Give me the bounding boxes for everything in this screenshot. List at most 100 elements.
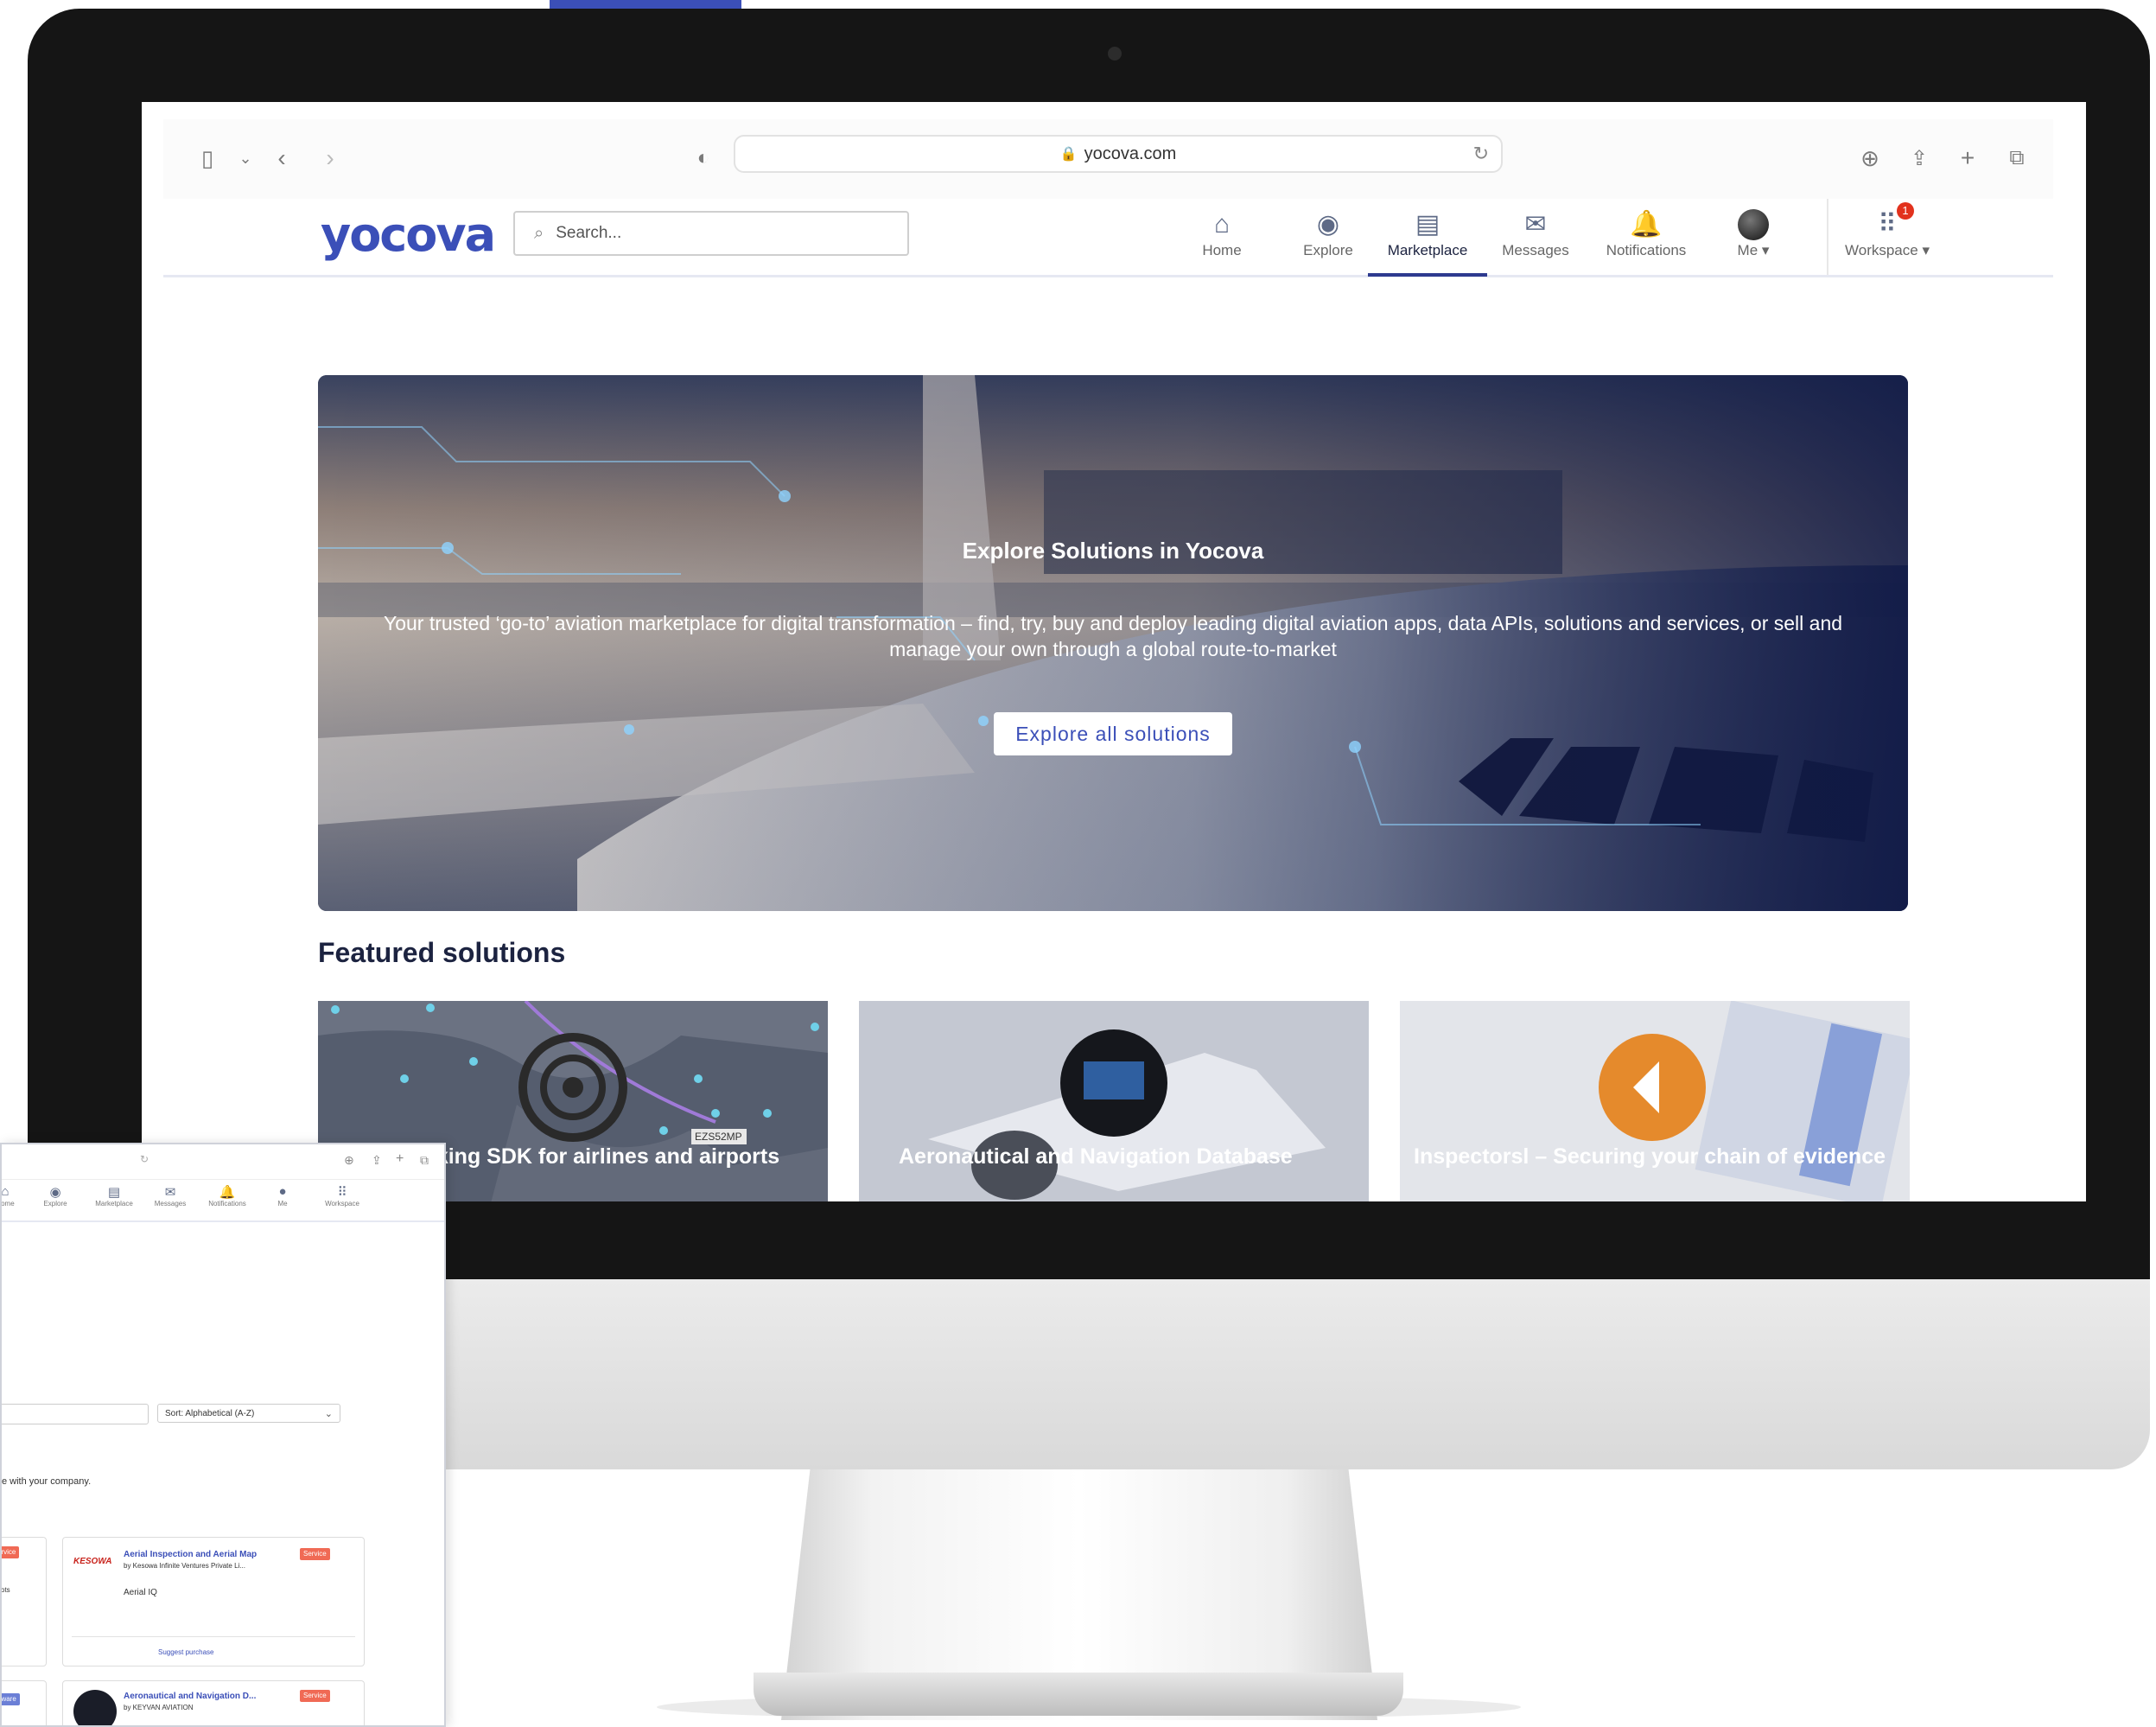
explore-all-solutions-button[interactable]: Explore all solutions <box>994 712 1232 755</box>
share-icon[interactable]: ⇪ <box>1906 145 1932 171</box>
download-icon[interactable]: ⊕ <box>1857 145 1883 171</box>
imac-stand-base <box>754 1673 1403 1716</box>
card-provider: by KEYVAN AVIATION <box>124 1704 194 1711</box>
nav-messages[interactable]: ✉ Messages <box>150 1184 190 1208</box>
featured-card-aeronautical-database[interactable]: Aeronautical and Navigation Database <box>859 1001 1369 1201</box>
nav-notifications[interactable]: 🔔 Notifications <box>1601 207 1691 270</box>
service-tag: Service <box>300 1690 330 1702</box>
sort-select[interactable]: Sort: Alphabetical (A-Z) ⌄ <box>157 1404 340 1423</box>
nav-marketplace-label: Marketplace <box>1387 242 1468 258</box>
nav-divider <box>1827 199 1828 275</box>
bell-icon: 🔔 <box>219 1185 236 1200</box>
avatar: ● <box>278 1184 287 1199</box>
nav-messages-label: Messages <box>1502 242 1569 258</box>
nav-me-label: Me <box>1737 242 1759 258</box>
card-divider <box>72 1636 355 1637</box>
browser-toolbar: ▯ ⌄ ‹ › ◐ 🔒 yocova.com ↻ ⊕ ⇪ + ⧉ <box>163 119 2053 200</box>
avatar <box>1738 209 1769 240</box>
nav-me[interactable]: ● Me <box>271 1184 294 1208</box>
nav-notifications-label: Notifications <box>208 1200 246 1208</box>
store-icon: ▤ <box>1415 210 1441 239</box>
envelope-icon: ✉ <box>1524 210 1547 239</box>
address-bar[interactable]: 🔒 yocova.com ↻ <box>734 135 1503 173</box>
lock-icon: 🔒 <box>1059 147 1078 162</box>
nav-workspace-label: Workspace <box>1845 242 1918 258</box>
nav-workspace[interactable]: ⠿ Workspace <box>315 1184 370 1208</box>
imac-bezel: ▯ ⌄ ‹ › ◐ 🔒 yocova.com ↻ ⊕ ⇪ + ⧉ yocova … <box>28 9 2150 1279</box>
search-input[interactable]: ⌕ Search... <box>513 211 909 256</box>
solution-card-partial[interactable]: ftware <box>2 1680 47 1725</box>
home-icon: ⌂ <box>1213 210 1231 239</box>
tabs-overview-icon[interactable]: ⧉ <box>420 1153 429 1168</box>
notification-badge: 1 <box>1897 202 1914 220</box>
aircraft-image <box>859 1001 1369 1201</box>
nav-messages-label: Messages <box>154 1200 187 1208</box>
filter-input[interactable] <box>2 1404 149 1424</box>
nav-home[interactable]: ⌂ Home <box>1196 207 1248 270</box>
card-product: Aerial IQ <box>124 1588 157 1597</box>
site-header: yocova ⌕ Search... ⌂ Home ◉ Explore ▤ Ma… <box>163 199 2053 277</box>
solution-card-partial[interactable]: ervice ots <box>1 1537 47 1666</box>
hero-description: Your trusted ‘go-to’ aviation marketplac… <box>383 612 1843 660</box>
service-tag: Service <box>300 1548 330 1560</box>
nav-notifications[interactable]: 🔔 Notifications <box>202 1184 252 1208</box>
secondary-browser-toolbar: ↻ ⊕ ⇪ + ⧉ <box>2 1144 444 1180</box>
card-provider: by Kesowa Infinite Ventures Private Li..… <box>124 1562 245 1570</box>
nav-workspace[interactable]: ⠿ 1 Workspace ▾ <box>1840 202 1935 270</box>
sidebar-toggle-icon[interactable]: ▯ <box>194 145 220 171</box>
featured-card-inspectorsl[interactable]: Inspectorsl – Securing your chain of evi… <box>1400 1001 1910 1201</box>
hero-title: Explore Solutions in Yocova <box>962 538 1264 564</box>
shield-icon[interactable]: ◐ <box>690 145 716 171</box>
nav-marketplace[interactable]: ▤ Marketplace <box>1368 207 1487 277</box>
nav-explore-label: Explore <box>1303 242 1353 258</box>
share-icon[interactable]: ⇪ <box>372 1153 382 1168</box>
grid-icon: ⠿ <box>1878 210 1897 239</box>
reload-icon[interactable]: ↻ <box>1473 143 1489 165</box>
home-icon: ⌂ <box>1 1184 10 1199</box>
nav-notifications-label: Notifications <box>1606 242 1687 258</box>
info-note: e with your company. <box>2 1476 92 1487</box>
reload-icon[interactable]: ↻ <box>140 1153 149 1165</box>
camera-dot <box>1108 47 1122 61</box>
secondary-screenshot: ↻ ⊕ ⇪ + ⧉ ⌂Home ◉Explore ▤Marketplace ✉M… <box>0 1143 446 1727</box>
card-title: Aeronautical and Navigation Database <box>899 1144 1293 1169</box>
chevron-down-icon: ▾ <box>1761 242 1770 258</box>
new-tab-icon[interactable]: + <box>396 1151 404 1167</box>
service-tag: ervice <box>2 1546 20 1558</box>
nav-marketplace-label: Marketplace <box>95 1200 133 1208</box>
provider-avatar <box>73 1690 117 1725</box>
suggest-purchase-link[interactable]: Suggest purchase <box>158 1648 214 1656</box>
card-text-fragment: ots <box>1 1586 10 1594</box>
forward-arrow-icon[interactable]: › <box>317 144 343 171</box>
hero-banner: Explore Solutions in Yocova Your trusted… <box>318 375 1908 911</box>
chevron-down-icon: ▾ <box>1922 242 1930 258</box>
software-tag: ftware <box>2 1693 20 1705</box>
nav-marketplace[interactable]: ▤ Marketplace <box>90 1184 138 1208</box>
card-title: Aerial Inspection and Aerial Map <box>124 1550 258 1559</box>
nav-me-label: Me <box>277 1200 288 1208</box>
yocova-logo[interactable]: yocova <box>321 207 496 262</box>
back-arrow-icon[interactable]: ‹ <box>269 144 295 171</box>
bell-icon: 🔔 <box>1630 210 1663 239</box>
nav-home[interactable]: ⌂Home <box>1 1184 16 1208</box>
secondary-site-header: ⌂Home ◉Explore ▤Marketplace ✉Messages 🔔N… <box>2 1179 444 1222</box>
kesowa-logo: KESOWA <box>73 1557 112 1566</box>
nav-explore[interactable]: ◉ Explore <box>1301 207 1356 270</box>
hero-content: Explore Solutions in Yocova Your trusted… <box>318 375 1908 911</box>
globe-icon: ◉ <box>1316 210 1340 239</box>
search-icon: ⌕ <box>534 223 544 243</box>
nav-messages[interactable]: ✉ Messages <box>1500 207 1571 270</box>
solution-card-aerial-inspection[interactable]: KESOWA Aerial Inspection and Aerial Map … <box>62 1537 365 1666</box>
nav-explore[interactable]: ◉ Explore <box>40 1184 71 1208</box>
chevron-down-icon: ⌄ <box>324 1408 333 1419</box>
globe-icon: ◉ <box>49 1185 61 1200</box>
nav-me[interactable]: Me ▾ <box>1729 207 1778 270</box>
solution-card-aeronautical[interactable]: Aeronautical and Navigation D... by KEYV… <box>62 1680 365 1725</box>
new-tab-icon[interactable]: + <box>1955 144 1981 171</box>
chevron-down-icon[interactable]: ⌄ <box>232 145 258 171</box>
store-icon: ▤ <box>107 1185 121 1200</box>
tabs-overview-icon[interactable]: ⧉ <box>2004 145 2030 171</box>
download-icon[interactable]: ⊕ <box>344 1153 354 1168</box>
inspection-image <box>1400 1001 1910 1201</box>
screen: ▯ ⌄ ‹ › ◐ 🔒 yocova.com ↻ ⊕ ⇪ + ⧉ yocova … <box>142 102 2086 1201</box>
